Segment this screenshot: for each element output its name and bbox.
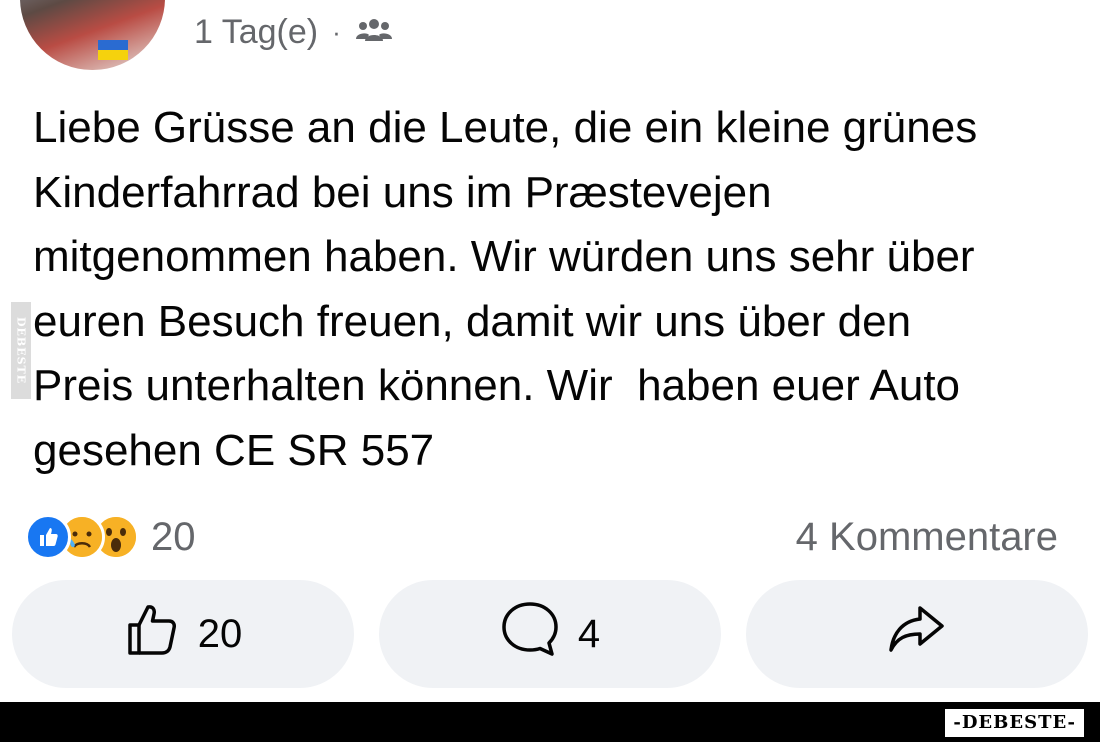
comment-button[interactable]: 4 (379, 580, 721, 688)
like-reaction-icon (25, 514, 71, 560)
debeste-logo: -DEBESTE- (945, 709, 1084, 737)
like-button[interactable]: 20 (12, 580, 354, 688)
thumbs-up-icon (124, 601, 180, 667)
side-watermark: DEBESTE (11, 302, 31, 399)
friends-icon (355, 13, 393, 52)
post-meta: 1 Tag(e) · (194, 12, 393, 52)
ukraine-flag-icon (98, 40, 128, 60)
reaction-count: 20 (151, 514, 196, 559)
share-button[interactable] (746, 580, 1088, 688)
comment-count: 4 (577, 611, 601, 656)
share-arrow-icon (888, 604, 946, 664)
like-count: 20 (197, 611, 243, 656)
post-body-text: Liebe Grüsse an die Leute, die ein klein… (33, 103, 978, 475)
author-avatar[interactable] (20, 0, 165, 70)
speech-bubble-icon (500, 599, 560, 669)
watermark-footer-bar: -DEBESTE- (0, 702, 1100, 742)
comments-count-link[interactable]: 4 Kommentare (796, 512, 1058, 562)
reaction-summary[interactable]: 20 (25, 512, 196, 562)
post-timestamp[interactable]: 1 Tag(e) (194, 13, 318, 52)
meta-separator: · (332, 16, 341, 47)
